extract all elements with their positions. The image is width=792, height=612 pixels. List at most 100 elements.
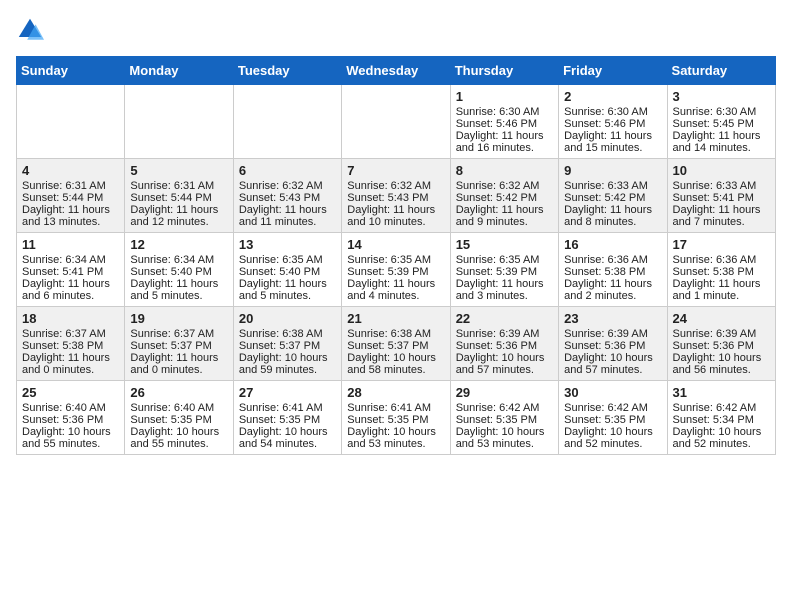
day-info: and 3 minutes. <box>456 290 553 302</box>
day-info: Daylight: 10 hours <box>347 426 444 438</box>
day-info: Daylight: 11 hours <box>673 130 770 142</box>
weekday-header: Wednesday <box>342 57 450 85</box>
calendar-header: SundayMondayTuesdayWednesdayThursdayFrid… <box>17 57 776 85</box>
day-info: Sunrise: 6:39 AM <box>456 328 553 340</box>
day-info: and 59 minutes. <box>239 364 336 376</box>
day-info: Sunrise: 6:35 AM <box>347 254 444 266</box>
day-info: Sunset: 5:35 PM <box>239 414 336 426</box>
day-info: Sunrise: 6:39 AM <box>564 328 661 340</box>
day-info: Sunrise: 6:41 AM <box>239 402 336 414</box>
day-info: and 6 minutes. <box>22 290 119 302</box>
calendar-cell <box>233 85 341 159</box>
day-info: and 7 minutes. <box>673 216 770 228</box>
weekday-header: Monday <box>125 57 233 85</box>
day-info: Sunset: 5:36 PM <box>456 340 553 352</box>
weekday-header-row: SundayMondayTuesdayWednesdayThursdayFrid… <box>17 57 776 85</box>
day-info: and 55 minutes. <box>130 438 227 450</box>
day-info: and 57 minutes. <box>456 364 553 376</box>
page-header <box>16 16 776 44</box>
day-info: and 54 minutes. <box>239 438 336 450</box>
calendar-cell: 21Sunrise: 6:38 AMSunset: 5:37 PMDayligh… <box>342 307 450 381</box>
day-info: Daylight: 10 hours <box>347 352 444 364</box>
calendar-cell: 29Sunrise: 6:42 AMSunset: 5:35 PMDayligh… <box>450 381 558 455</box>
calendar-cell <box>17 85 125 159</box>
day-number: 12 <box>130 237 227 252</box>
day-info: Daylight: 10 hours <box>456 426 553 438</box>
day-number: 31 <box>673 385 770 400</box>
day-info: and 15 minutes. <box>564 142 661 154</box>
calendar-cell: 31Sunrise: 6:42 AMSunset: 5:34 PMDayligh… <box>667 381 775 455</box>
day-info: Sunrise: 6:36 AM <box>564 254 661 266</box>
calendar-cell: 5Sunrise: 6:31 AMSunset: 5:44 PMDaylight… <box>125 159 233 233</box>
day-info: Daylight: 10 hours <box>239 352 336 364</box>
logo <box>16 16 48 44</box>
day-info: and 12 minutes. <box>130 216 227 228</box>
day-info: Daylight: 10 hours <box>130 426 227 438</box>
calendar-cell <box>342 85 450 159</box>
day-number: 22 <box>456 311 553 326</box>
day-number: 14 <box>347 237 444 252</box>
day-info: Sunrise: 6:30 AM <box>564 106 661 118</box>
day-info: Sunset: 5:41 PM <box>22 266 119 278</box>
day-number: 7 <box>347 163 444 178</box>
day-info: Sunset: 5:39 PM <box>347 266 444 278</box>
day-number: 24 <box>673 311 770 326</box>
day-number: 11 <box>22 237 119 252</box>
day-number: 9 <box>564 163 661 178</box>
calendar-cell: 15Sunrise: 6:35 AMSunset: 5:39 PMDayligh… <box>450 233 558 307</box>
day-info: Sunrise: 6:40 AM <box>130 402 227 414</box>
day-info: Sunrise: 6:35 AM <box>239 254 336 266</box>
day-info: Sunset: 5:35 PM <box>130 414 227 426</box>
day-info: and 4 minutes. <box>347 290 444 302</box>
day-info: Sunrise: 6:40 AM <box>22 402 119 414</box>
day-number: 28 <box>347 385 444 400</box>
day-info: Sunset: 5:37 PM <box>347 340 444 352</box>
day-info: Daylight: 11 hours <box>239 204 336 216</box>
day-info: Sunset: 5:36 PM <box>564 340 661 352</box>
day-info: Sunset: 5:42 PM <box>564 192 661 204</box>
calendar-cell: 8Sunrise: 6:32 AMSunset: 5:42 PMDaylight… <box>450 159 558 233</box>
day-number: 23 <box>564 311 661 326</box>
day-info: Daylight: 11 hours <box>22 204 119 216</box>
calendar-row: 1Sunrise: 6:30 AMSunset: 5:46 PMDaylight… <box>17 85 776 159</box>
weekday-header: Thursday <box>450 57 558 85</box>
day-info: Sunset: 5:38 PM <box>22 340 119 352</box>
calendar-cell: 6Sunrise: 6:32 AMSunset: 5:43 PMDaylight… <box>233 159 341 233</box>
day-info: Sunset: 5:35 PM <box>564 414 661 426</box>
day-info: Daylight: 10 hours <box>456 352 553 364</box>
day-info: and 1 minute. <box>673 290 770 302</box>
day-number: 30 <box>564 385 661 400</box>
day-number: 19 <box>130 311 227 326</box>
day-info: Sunset: 5:35 PM <box>456 414 553 426</box>
day-info: Sunset: 5:36 PM <box>22 414 119 426</box>
day-number: 17 <box>673 237 770 252</box>
day-info: Sunset: 5:46 PM <box>456 118 553 130</box>
day-info: Sunrise: 6:36 AM <box>673 254 770 266</box>
calendar-cell: 13Sunrise: 6:35 AMSunset: 5:40 PMDayligh… <box>233 233 341 307</box>
day-info: Sunrise: 6:33 AM <box>564 180 661 192</box>
day-info: Sunrise: 6:30 AM <box>456 106 553 118</box>
day-number: 15 <box>456 237 553 252</box>
day-info: Sunset: 5:35 PM <box>347 414 444 426</box>
day-number: 2 <box>564 89 661 104</box>
day-number: 5 <box>130 163 227 178</box>
day-number: 1 <box>456 89 553 104</box>
day-info: Daylight: 11 hours <box>673 204 770 216</box>
day-info: and 52 minutes. <box>564 438 661 450</box>
day-info: Daylight: 11 hours <box>130 352 227 364</box>
day-info: Sunset: 5:36 PM <box>673 340 770 352</box>
calendar-cell: 17Sunrise: 6:36 AMSunset: 5:38 PMDayligh… <box>667 233 775 307</box>
day-info: Sunrise: 6:39 AM <box>673 328 770 340</box>
day-info: and 10 minutes. <box>347 216 444 228</box>
day-info: and 11 minutes. <box>239 216 336 228</box>
day-number: 25 <box>22 385 119 400</box>
calendar-cell: 20Sunrise: 6:38 AMSunset: 5:37 PMDayligh… <box>233 307 341 381</box>
day-info: Daylight: 11 hours <box>22 352 119 364</box>
calendar-cell: 26Sunrise: 6:40 AMSunset: 5:35 PMDayligh… <box>125 381 233 455</box>
day-info: and 8 minutes. <box>564 216 661 228</box>
day-info: and 53 minutes. <box>347 438 444 450</box>
day-number: 4 <box>22 163 119 178</box>
day-info: and 57 minutes. <box>564 364 661 376</box>
calendar-cell: 24Sunrise: 6:39 AMSunset: 5:36 PMDayligh… <box>667 307 775 381</box>
day-number: 16 <box>564 237 661 252</box>
